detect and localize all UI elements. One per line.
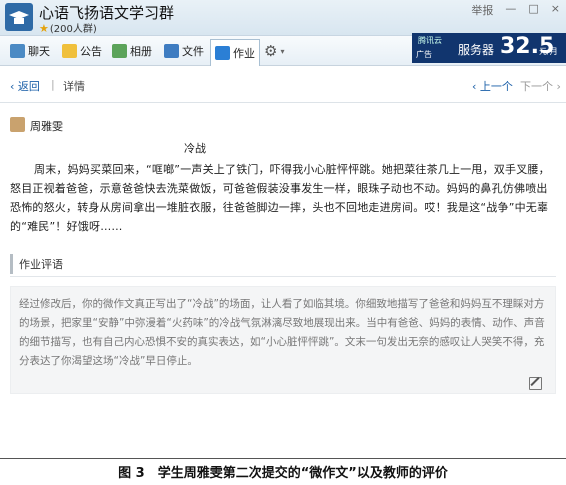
minimize-button[interactable]: —	[505, 2, 516, 18]
breadcrumb: 详情	[63, 80, 85, 93]
ad-label: 服务器	[458, 43, 495, 57]
ad-brand: 腾讯云	[418, 36, 442, 45]
window-controls: 举报 — □ ×	[471, 2, 560, 18]
tab-files[interactable]: 文件	[164, 40, 204, 62]
divider	[0, 102, 566, 103]
tab-album[interactable]: 相册	[112, 40, 152, 62]
announcement-icon	[62, 44, 77, 58]
close-button[interactable]: ×	[551, 2, 560, 18]
report-button[interactable]: 举报	[471, 2, 493, 18]
settings-menu[interactable]: ⚙ ▾	[264, 40, 284, 62]
detail-nav: ‹ 返回 | 详情 ‹ 上一个 下一个 ›	[0, 74, 566, 98]
figure-border	[0, 458, 566, 459]
ad-unit: 元/月	[539, 47, 558, 56]
divider	[10, 276, 556, 277]
avatar[interactable]	[10, 117, 25, 132]
back-link[interactable]: ‹ 返回	[10, 78, 40, 94]
student-name: 周雅雯	[30, 120, 63, 133]
previous-link[interactable]: ‹ 上一个	[472, 78, 513, 94]
folder-icon	[164, 44, 179, 58]
comment-heading: 作业评语	[10, 254, 556, 274]
group-avatar[interactable]	[5, 3, 33, 31]
tab-homework[interactable]: 作业	[210, 39, 260, 66]
ad-tag: 广告	[416, 50, 432, 59]
star-icon: ★	[39, 22, 49, 35]
chevron-down-icon: ▾	[280, 46, 285, 56]
tab-chat[interactable]: 聊天	[10, 40, 50, 62]
essay-title: 冷战	[184, 142, 206, 155]
figure-caption: 图 3 学生周雅雯第二次提交的“微作文”以及教师的评价	[118, 466, 448, 481]
group-member-count: ★(200人群)	[39, 22, 97, 35]
gear-icon: ⚙	[264, 42, 278, 60]
teacher-comment: 经过修改后，你的微作文真正写出了“冷战”的场面，让人看了如临其境。你细致地描写了…	[10, 286, 556, 394]
ad-banner[interactable]: 腾讯云 广告 服务器 32.5 元/月	[412, 33, 566, 63]
chat-icon	[10, 44, 25, 58]
edit-icon[interactable]	[529, 377, 542, 390]
divider: |	[51, 78, 55, 91]
tab-announcement[interactable]: 公告	[62, 40, 102, 62]
essay-body: 周末，妈妈买菜回来，“哐啷”一声关上了铁门，吓得我小心脏怦怦跳。她把菜往茶几上一…	[10, 163, 550, 233]
window-title-bar: 心语飞扬语文学习群 ★(200人群) 举报 — □ ×	[0, 0, 566, 36]
photo-icon	[112, 44, 127, 58]
next-link[interactable]: 下一个 ›	[520, 78, 561, 94]
homework-icon	[215, 46, 230, 60]
maximize-button[interactable]: □	[528, 2, 538, 18]
